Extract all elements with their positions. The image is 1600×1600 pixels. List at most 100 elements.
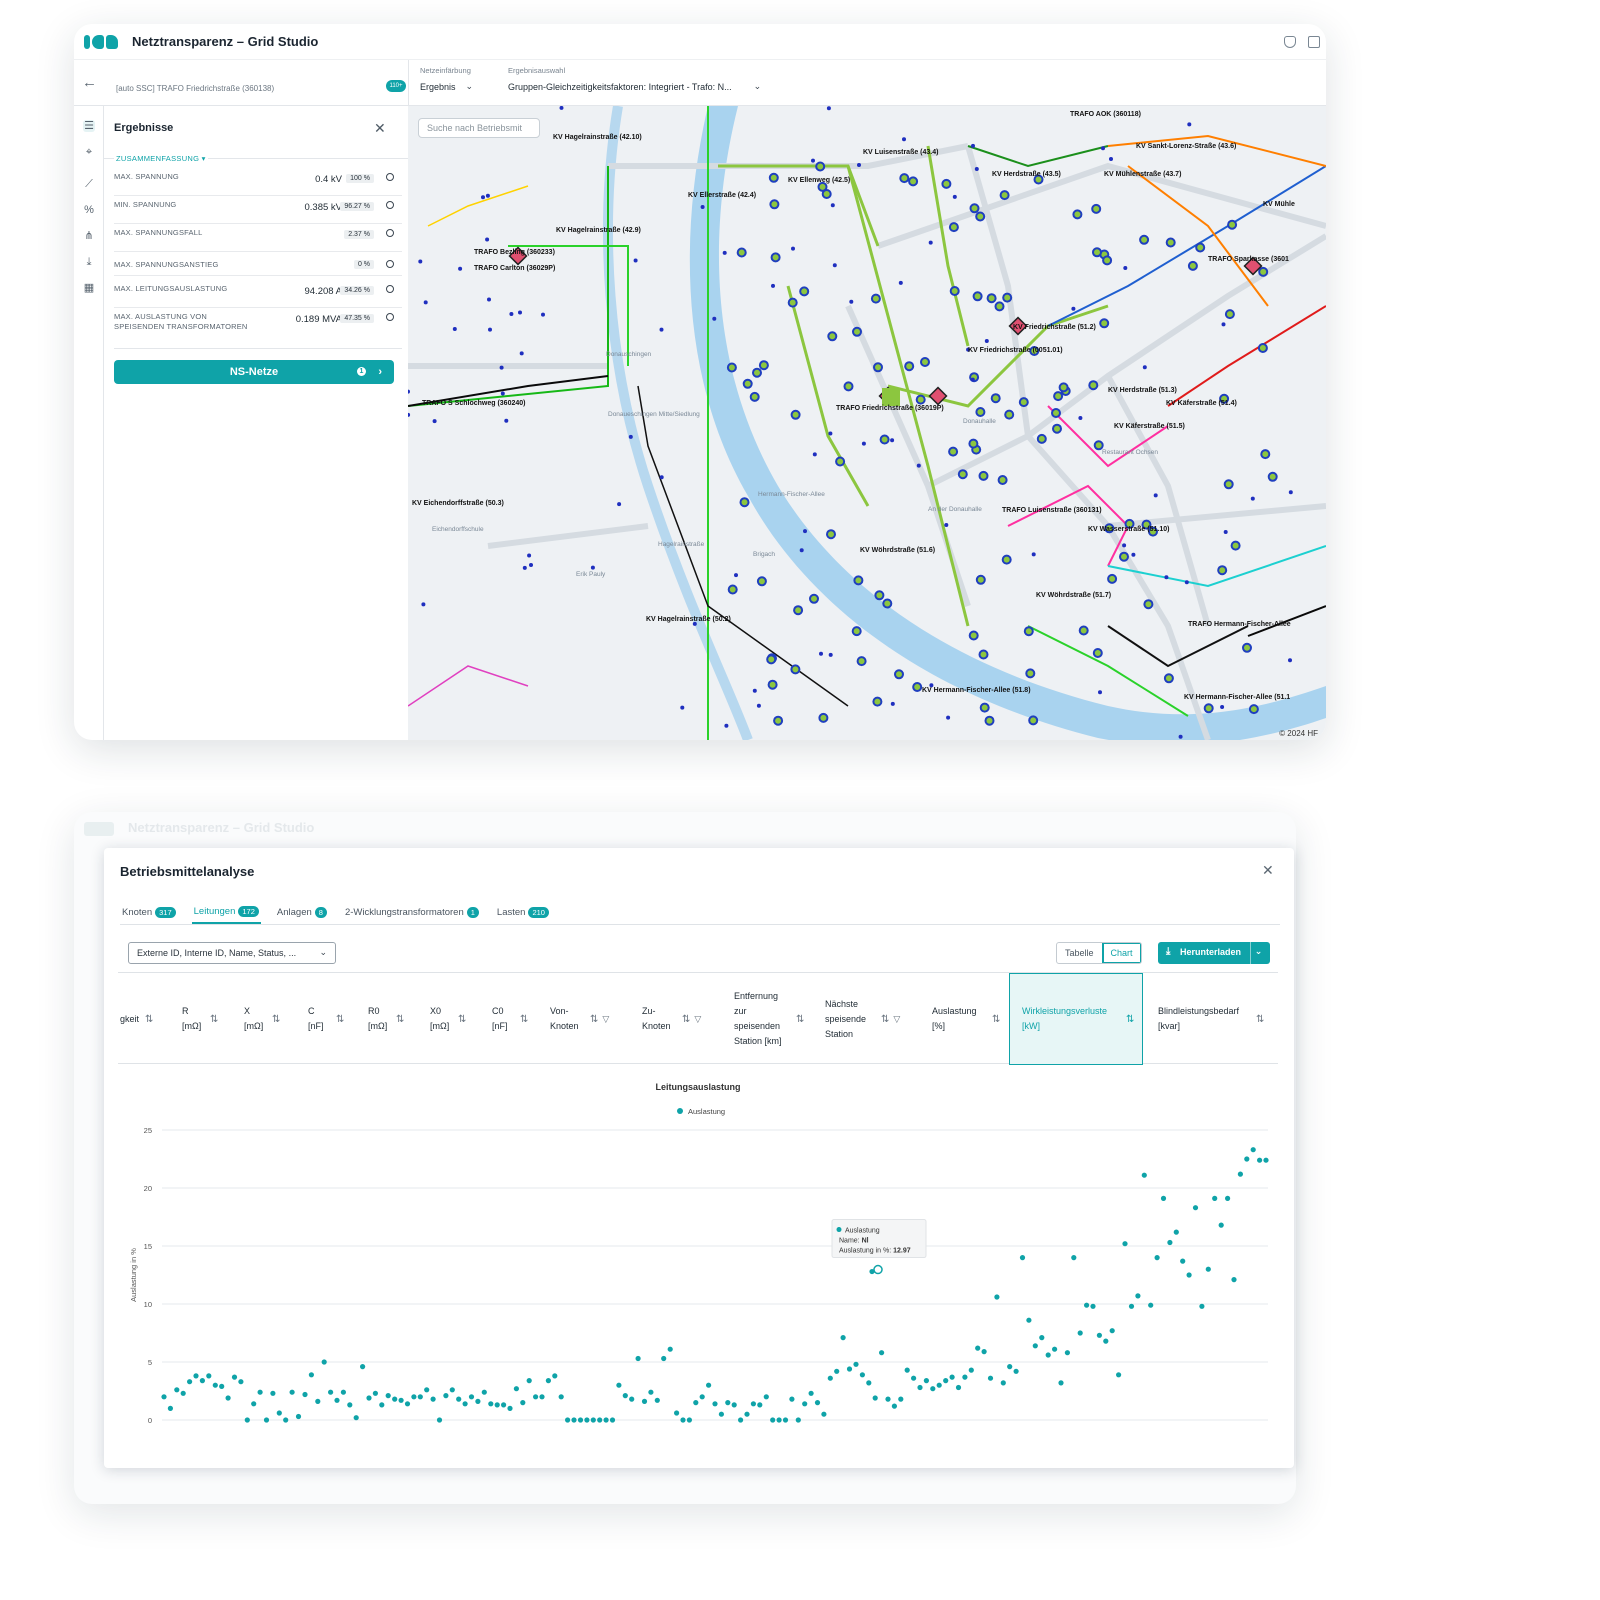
data-point (1135, 1293, 1141, 1299)
consumer-node (770, 252, 781, 263)
data-point (686, 1417, 693, 1423)
locate-icon[interactable] (386, 260, 394, 268)
data-point (1090, 1303, 1096, 1309)
filter-icon[interactable]: ▽ (893, 1012, 900, 1027)
summary-section-toggle[interactable]: ZUSAMMENFASSUNG ▾ (114, 154, 208, 163)
locate-icon[interactable] (386, 173, 394, 181)
data-point (936, 1382, 942, 1388)
data-point (1026, 1317, 1032, 1323)
column-header[interactable]: Zu-Knoten ⇅ ▽ (642, 973, 722, 1065)
close-icon[interactable]: ✕ (374, 120, 386, 137)
result-select[interactable]: Ergebnisauswahl Gruppen-Gleichzeitigkeit… (508, 66, 761, 92)
map-label: KV Hagelrainstraße (42.9) (556, 227, 641, 234)
sort-icon[interactable]: ⇅ (881, 1012, 889, 1027)
binoculars-icon[interactable]: ⌖ (83, 146, 95, 158)
download-icon[interactable]: ⤓ (83, 256, 95, 268)
map-search-input[interactable]: Suche nach Betriebsmit (418, 118, 540, 138)
download-button[interactable]: ⤓ Herunterladen ⌄ (1158, 942, 1270, 964)
sort-icon[interactable]: ⇅ (520, 1012, 528, 1027)
network-map[interactable]: KV Hagelrainstraße (42.10) KV Luisenstraß… (408, 106, 1326, 740)
filter-icon[interactable]: ▽ (694, 1012, 701, 1027)
data-point (552, 1373, 558, 1379)
network-node (1123, 266, 1128, 270)
line-chart-icon[interactable]: ⟋ (83, 178, 95, 190)
map-copyright: © 2024 HF (1279, 729, 1318, 738)
column-header[interactable]: Von-Knoten ⇅ ▽ (550, 973, 630, 1065)
view-table-button[interactable]: Tabelle (1057, 943, 1102, 963)
column-header[interactable]: Nächste speisende Station ⇅ ▽ (825, 973, 915, 1065)
sort-icon[interactable]: ⇅ (336, 1012, 344, 1027)
column-header[interactable]: Blindleistungsbedarf [kvar] ⇅ (1158, 973, 1268, 1065)
data-point (1064, 1350, 1070, 1356)
map-canvas[interactable]: KV Hagelrainstraße (42.10) KV Luisenstraß… (408, 106, 1326, 740)
filter-icon[interactable]: ▽ (602, 1012, 609, 1027)
network-line (408, 665, 529, 707)
selected-transformer-icon (882, 388, 900, 406)
column-header[interactable]: R0 [mΩ] ⇅ (368, 973, 418, 1065)
column-header[interactable]: C [nF] ⇅ (308, 973, 358, 1065)
column-header[interactable]: Auslastung [%] ⇅ (932, 973, 1012, 1065)
sort-icon[interactable]: ⇅ (210, 1012, 218, 1027)
calculator-icon[interactable]: ▦ (83, 282, 95, 294)
column-header[interactable]: R [mΩ] ⇅ (182, 973, 232, 1065)
notification-bell-icon[interactable] (1284, 35, 1296, 48)
sort-icon[interactable]: ⇅ (1256, 1012, 1264, 1027)
consumer-node (817, 181, 828, 192)
view-chart-button[interactable]: Chart (1101, 943, 1141, 963)
data-point (718, 1411, 725, 1417)
tab-count-badge: 8 (314, 906, 327, 918)
tab-anlagen[interactable]: Anlagen 8 (275, 900, 329, 924)
column-header[interactable]: X [mΩ] ⇅ (244, 973, 294, 1065)
chevron-down-icon[interactable]: ⌄ (1250, 942, 1266, 964)
data-point (635, 1355, 641, 1362)
tab-knoten[interactable]: Knoten 317 (120, 900, 178, 924)
sort-ascending-icon[interactable]: ⇅ (1126, 1012, 1134, 1027)
tab-transformatoren[interactable]: 2-Wicklungstransformatoren 1 (343, 900, 481, 924)
data-point (1007, 1364, 1013, 1370)
locate-icon[interactable] (386, 201, 394, 209)
column-filter-select[interactable]: Externe ID, Interne ID, Name, Status, ..… (128, 942, 336, 964)
consumer-node (756, 576, 767, 587)
sort-icon[interactable]: ⇅ (145, 1012, 153, 1027)
consumer-node (742, 378, 753, 389)
column-header-selected[interactable]: Wirkleistungsverluste [kW] ⇅ (1009, 973, 1143, 1065)
tab-leitungen[interactable]: Leitungen 172 (191, 900, 261, 924)
consumer-node (1119, 551, 1129, 562)
percent-icon[interactable]: % (83, 204, 95, 216)
column-header[interactable]: X0 [mΩ] ⇅ (430, 973, 480, 1065)
tab-lasten[interactable]: Lasten 210 (495, 900, 551, 924)
locate-icon[interactable] (386, 285, 394, 293)
locate-icon[interactable] (386, 229, 394, 237)
sort-icon[interactable]: ⇅ (272, 1012, 280, 1027)
column-header[interactable]: C0 [nF] ⇅ (492, 973, 542, 1065)
coloring-select[interactable]: Netzeinfärbung Ergebnis ⌄ (420, 66, 473, 92)
data-point (1032, 1343, 1038, 1349)
mail-icon[interactable] (1308, 35, 1320, 48)
data-point (834, 1368, 840, 1374)
sort-icon[interactable]: ⇅ (396, 1012, 404, 1027)
close-icon[interactable]: ✕ (1262, 862, 1274, 879)
column-header[interactable]: gkeit ⇅ (120, 973, 170, 1065)
sort-icon[interactable]: ⇅ (992, 1012, 1000, 1027)
ns-netze-button[interactable]: NS-Netze 1 › (114, 360, 394, 384)
consumer-node (769, 199, 780, 210)
results-list-icon[interactable]: ☰ (83, 120, 95, 132)
sort-icon[interactable]: ⇅ (682, 1012, 690, 1027)
data-point (1141, 1172, 1147, 1178)
consumer-node (968, 630, 979, 641)
sort-icon[interactable]: ⇅ (458, 1012, 466, 1027)
data-point (738, 1417, 744, 1423)
locate-icon[interactable] (386, 313, 394, 321)
hierarchy-icon[interactable]: ⋔ (83, 230, 95, 242)
data-point (565, 1417, 571, 1423)
consumer-node (1195, 242, 1206, 253)
network-node (1071, 306, 1076, 311)
data-point (1237, 1171, 1243, 1177)
sort-icon[interactable]: ⇅ (590, 1012, 598, 1027)
network-node (432, 419, 437, 424)
column-header[interactable]: Entfernung zur speisenden Station [km] ⇅ (734, 973, 814, 1065)
asset-badge[interactable]: 110+ (386, 80, 406, 92)
column-label: X0 [mΩ] (430, 1006, 450, 1031)
back-arrow-icon[interactable]: ← (82, 74, 97, 91)
sort-icon[interactable]: ⇅ (796, 1012, 804, 1027)
